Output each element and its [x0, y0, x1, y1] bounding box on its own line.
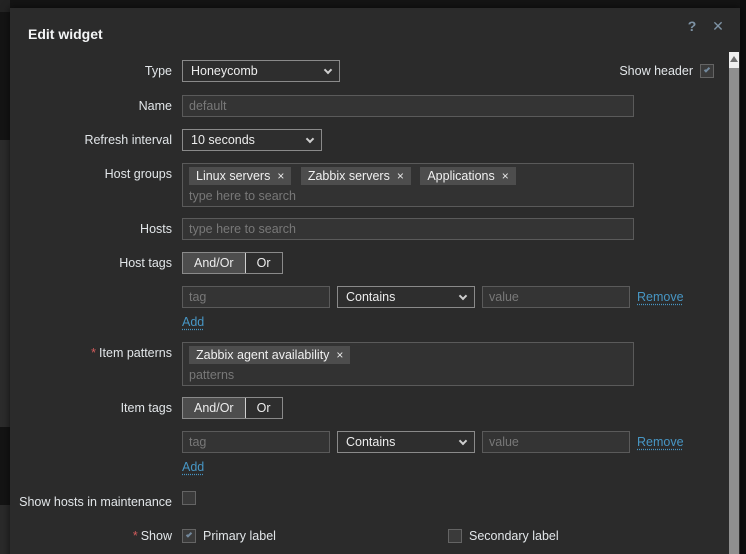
primary-label-text: Primary label	[203, 529, 276, 543]
host-tag-name-input[interactable]	[182, 286, 330, 308]
refresh-interval-label: Refresh interval	[10, 129, 172, 151]
item-tags-andor-option[interactable]: And/Or	[183, 398, 245, 418]
name-label: Name	[10, 95, 172, 117]
host-tags-operator-toggle: And/Or Or	[182, 252, 283, 274]
show-header-label: Show header	[619, 64, 693, 78]
chevron-down-icon	[324, 65, 332, 73]
background-dashboard-right	[740, 0, 746, 554]
show-hosts-in-maintenance-checkbox[interactable]	[182, 491, 196, 505]
refresh-interval-value: 10 seconds	[191, 133, 255, 147]
background-dashboard-left	[0, 0, 10, 554]
required-asterisk: *	[133, 529, 138, 543]
dialog-title: Edit widget	[28, 26, 103, 42]
chevron-down-icon	[306, 134, 314, 142]
chip-text: Linux servers	[196, 169, 270, 183]
host-tag-add-link[interactable]: Add	[182, 315, 204, 329]
item-tag-operator-value: Contains	[346, 435, 395, 449]
type-label: Type	[10, 60, 172, 82]
host-group-chip: Linux servers ×	[189, 167, 291, 185]
scrollbar-thumb[interactable]	[729, 68, 739, 554]
item-patterns-placeholder[interactable]: patterns	[189, 366, 627, 382]
remove-chip-icon[interactable]: ×	[502, 170, 509, 182]
host-tags-andor-option[interactable]: And/Or	[183, 253, 245, 273]
edit-widget-dialog: Edit widget ? ✕ Type Honeycomb Show head…	[10, 8, 740, 554]
item-patterns-multiselect[interactable]: Zabbix agent availability × patterns	[182, 342, 634, 386]
item-tags-or-option[interactable]: Or	[245, 398, 282, 418]
dialog-scrollbar[interactable]	[729, 52, 739, 554]
item-tag-add-link[interactable]: Add	[182, 460, 204, 474]
refresh-interval-select[interactable]: 10 seconds	[182, 129, 322, 151]
host-groups-search-placeholder[interactable]: type here to search	[189, 187, 627, 203]
name-input[interactable]	[182, 95, 634, 117]
required-asterisk: *	[91, 346, 96, 360]
host-group-chip: Applications ×	[420, 167, 515, 185]
remove-chip-icon[interactable]: ×	[336, 349, 343, 361]
check-icon	[186, 531, 192, 537]
check-icon	[704, 66, 710, 72]
host-tags-label: Host tags	[10, 252, 172, 274]
item-patterns-label-text: Item patterns	[99, 346, 172, 360]
host-tag-operator-select[interactable]: Contains	[337, 286, 475, 308]
item-tag-name-input[interactable]	[182, 431, 330, 453]
item-patterns-label: *Item patterns	[10, 342, 172, 364]
item-tag-operator-select[interactable]: Contains	[337, 431, 475, 453]
chip-text: Zabbix agent availability	[196, 348, 329, 362]
host-group-chip: Zabbix servers ×	[301, 167, 411, 185]
item-pattern-chip: Zabbix agent availability ×	[189, 346, 350, 364]
item-tags-operator-toggle: And/Or Or	[182, 397, 283, 419]
item-tag-value-input[interactable]	[482, 431, 630, 453]
host-groups-multiselect[interactable]: Linux servers × Zabbix servers × Applica…	[182, 163, 634, 207]
hosts-label: Hosts	[10, 218, 172, 240]
hosts-input[interactable]	[182, 218, 634, 240]
item-tags-label: Item tags	[10, 397, 172, 419]
item-tag-remove-link[interactable]: Remove	[637, 435, 684, 449]
primary-label-checkbox[interactable]	[182, 529, 196, 543]
show-header-checkbox[interactable]	[700, 64, 714, 78]
host-tag-remove-link[interactable]: Remove	[637, 290, 684, 304]
host-tags-or-option[interactable]: Or	[245, 253, 282, 273]
type-select[interactable]: Honeycomb	[182, 60, 340, 82]
show-label-text: Show	[141, 529, 172, 543]
chevron-down-icon	[459, 291, 467, 299]
show-label: *Show	[10, 525, 172, 547]
chip-text: Zabbix servers	[308, 169, 390, 183]
chip-text: Applications	[427, 169, 494, 183]
host-tag-value-input[interactable]	[482, 286, 630, 308]
scroll-up-arrow-icon[interactable]	[730, 56, 738, 62]
type-select-value: Honeycomb	[191, 64, 258, 78]
host-tag-operator-value: Contains	[346, 290, 395, 304]
remove-chip-icon[interactable]: ×	[397, 170, 404, 182]
secondary-label-text: Secondary label	[469, 529, 559, 543]
close-icon[interactable]: ✕	[710, 18, 726, 35]
help-icon[interactable]: ?	[684, 18, 700, 35]
show-hosts-in-maintenance-label: Show hosts in maintenance	[10, 491, 172, 513]
host-groups-label: Host groups	[10, 163, 172, 185]
secondary-label-checkbox[interactable]	[448, 529, 462, 543]
chevron-down-icon	[459, 436, 467, 444]
remove-chip-icon[interactable]: ×	[277, 170, 284, 182]
